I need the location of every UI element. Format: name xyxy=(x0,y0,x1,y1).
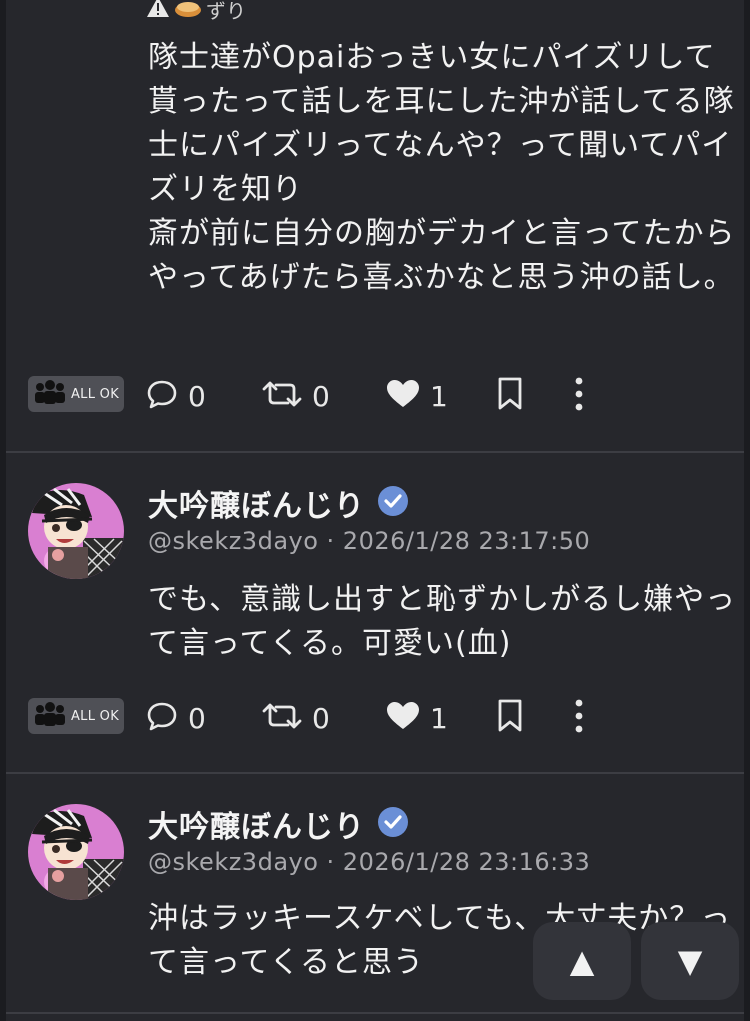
avatar[interactable] xyxy=(28,483,124,579)
post-text: 隊士達がOpaiおっきい女にパイズリして貰ったって話しを耳にした沖が話してる隊士… xyxy=(148,40,736,295)
scroll-up-button[interactable]: ▲ xyxy=(533,922,631,1000)
bookmark-button[interactable] xyxy=(496,376,524,416)
like-button[interactable]: 1 xyxy=(386,376,448,416)
down-arrow-icon: ▼ xyxy=(677,942,703,980)
action-bar: ALL OK 0 0 1 xyxy=(6,376,744,416)
pie-emoji-icon xyxy=(174,0,202,23)
author-name[interactable]: 大吟醸ぼんじり xyxy=(148,802,365,846)
visibility-badge[interactable]: ALL OK xyxy=(28,698,124,734)
reply-icon xyxy=(146,701,178,735)
renote-icon xyxy=(262,701,302,735)
renote-icon xyxy=(262,379,302,413)
post-divider xyxy=(6,1012,744,1014)
bookmark-icon xyxy=(496,377,524,415)
visibility-label: ALL OK xyxy=(70,386,120,402)
heart-icon xyxy=(386,379,420,413)
action-bar: ALL OK 0 0 1 xyxy=(6,698,744,738)
reply-button[interactable]: 0 xyxy=(146,376,206,416)
warning-icon xyxy=(146,0,170,23)
visibility-badge[interactable]: ALL OK xyxy=(28,376,124,412)
more-button[interactable] xyxy=(572,698,586,738)
more-icon xyxy=(572,377,586,415)
author-row: 大吟醸ぼんじり xyxy=(148,481,409,525)
verified-icon xyxy=(377,806,409,842)
people-icon xyxy=(33,380,67,408)
like-count: 1 xyxy=(430,379,448,413)
bookmark-button[interactable] xyxy=(496,698,524,738)
bookmark-icon xyxy=(496,699,524,737)
post-text: でも、意識し出すと恥ずかしがるし嫌やって言ってくる。可愛い(血) xyxy=(148,582,737,661)
visibility-label: ALL OK xyxy=(70,708,120,724)
reply-count: 0 xyxy=(188,701,206,735)
post-item[interactable]: 大吟醸ぼんじり @skekz3dayo · 2026/1/28 23:16:33… xyxy=(6,774,744,1021)
people-icon xyxy=(33,702,67,730)
reply-count: 0 xyxy=(188,379,206,413)
post-item[interactable]: 大吟醸ぼんじり @skekz3dayo · 2026/1/28 23:17:50… xyxy=(6,453,744,773)
cw-label: ずり xyxy=(206,0,246,23)
reply-icon xyxy=(146,379,178,413)
more-button[interactable] xyxy=(572,376,586,416)
up-arrow-icon: ▲ xyxy=(569,942,595,980)
scroll-down-button[interactable]: ▼ xyxy=(641,922,739,1000)
avatar[interactable] xyxy=(28,804,124,900)
renote-count: 0 xyxy=(312,701,330,735)
post-item[interactable]: ずり 隊士達がOpaiおっきい女にパイズリして貰ったって話しを耳にした沖が話して… xyxy=(6,0,744,452)
author-name[interactable]: 大吟醸ぼんじり xyxy=(148,481,365,525)
timeline: ずり 隊士達がOpaiおっきい女にパイズリして貰ったって話しを耳にした沖が話して… xyxy=(0,0,750,1021)
renote-button[interactable]: 0 xyxy=(262,376,330,416)
renote-count: 0 xyxy=(312,379,330,413)
reply-button[interactable]: 0 xyxy=(146,698,206,738)
more-icon xyxy=(572,699,586,737)
content-warning-row: ずり xyxy=(146,0,246,24)
like-count: 1 xyxy=(430,701,448,735)
heart-icon xyxy=(386,701,420,735)
handle-timestamp[interactable]: @skekz3dayo · 2026/1/28 23:17:50 xyxy=(148,527,590,555)
verified-icon xyxy=(377,485,409,521)
renote-button[interactable]: 0 xyxy=(262,698,330,738)
right-edge xyxy=(744,0,750,1021)
handle-timestamp[interactable]: @skekz3dayo · 2026/1/28 23:16:33 xyxy=(148,848,590,876)
author-row: 大吟醸ぼんじり xyxy=(148,802,409,846)
like-button[interactable]: 1 xyxy=(386,698,448,738)
